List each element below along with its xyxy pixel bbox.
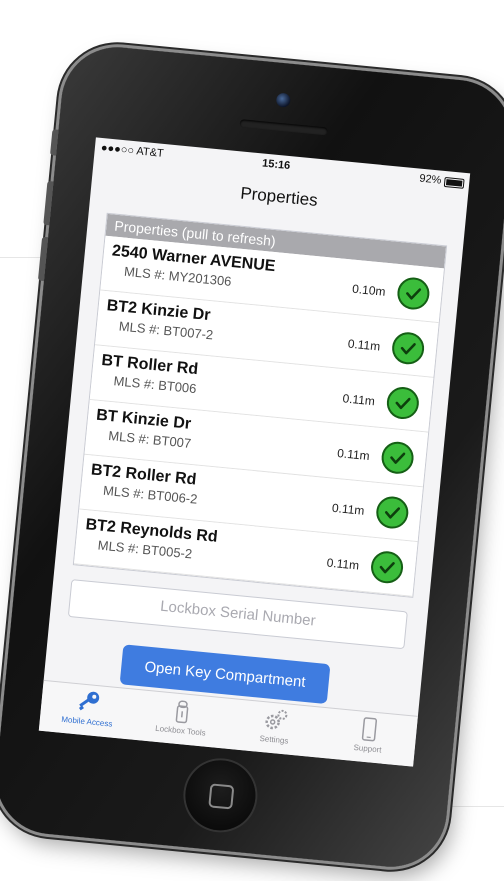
property-distance: 0.10m (351, 281, 387, 299)
checkmark-icon (374, 495, 410, 530)
clock: 15:16 (261, 157, 291, 173)
tab-lockbox-tools[interactable]: Lockbox Tools (132, 690, 230, 749)
page-title: Properties (239, 183, 319, 210)
battery-percent: 92% (418, 172, 442, 187)
tab-label: Settings (259, 733, 289, 746)
phone-device: ●●●○○ AT&T 15:16 92% Properties Properti… (0, 42, 504, 872)
tab-label: Mobile Access (60, 714, 113, 729)
app-screen: ●●●○○ AT&T 15:16 92% Properties Properti… (38, 137, 471, 767)
checkmark-icon (369, 549, 405, 585)
carrier-label: ●●●○○ AT&T (100, 141, 165, 160)
tab-settings[interactable]: Settings (226, 699, 324, 758)
tab-support[interactable]: Support (319, 708, 417, 767)
checkmark-icon (380, 440, 416, 476)
gears-icon (265, 709, 288, 730)
property-distance: 0.11m (331, 500, 366, 518)
battery-icon (443, 176, 465, 189)
tab-label: Support (353, 742, 382, 755)
checkmark-icon (385, 385, 421, 421)
property-distance: 0.11m (326, 555, 360, 573)
key-icon (78, 691, 100, 711)
properties-list[interactable]: Properties (pull to refresh) 2540 Warner… (72, 212, 448, 598)
lockbox-icon (175, 700, 189, 724)
tab-label: Lockbox Tools (154, 723, 207, 738)
tab-mobile-access[interactable]: Mobile Access (39, 681, 137, 740)
phone-icon (361, 717, 378, 742)
property-distance: 0.11m (341, 391, 376, 409)
checkmark-icon (390, 330, 426, 366)
property-distance: 0.11m (347, 336, 381, 354)
home-square-icon (208, 783, 235, 810)
checkmark-icon (395, 276, 431, 311)
property-distance: 0.11m (336, 445, 371, 464)
